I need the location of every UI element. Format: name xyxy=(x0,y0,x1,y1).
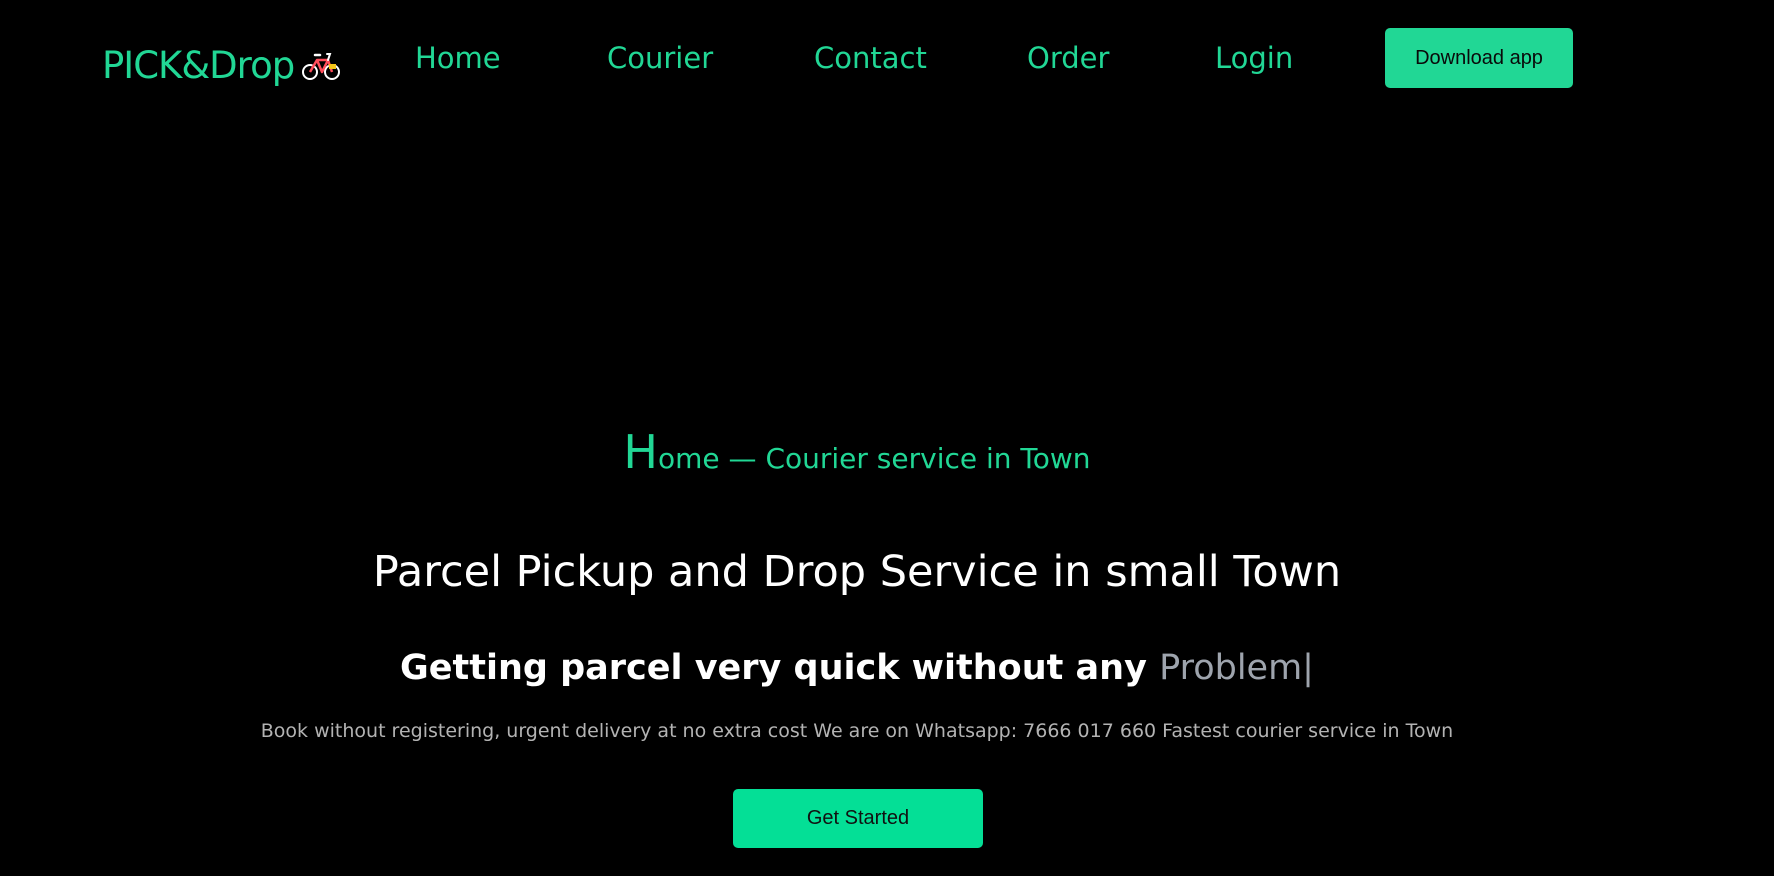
page: PICK&Drop Home Courier Contact Order Log… xyxy=(0,0,1774,876)
nav-login-link[interactable]: Login xyxy=(1215,38,1293,78)
eyebrow-text: ome — Courier service in Town xyxy=(658,442,1091,475)
nav-courier-link[interactable]: Courier xyxy=(607,38,713,78)
nav-home-link[interactable]: Home xyxy=(415,38,501,78)
brand-logo[interactable]: PICK&Drop xyxy=(102,40,341,90)
download-app-button[interactable]: Download app xyxy=(1385,28,1573,88)
nav-contact-link[interactable]: Contact xyxy=(814,38,927,78)
hero-section: Home — Courier service in Town Parcel Pi… xyxy=(0,0,1774,876)
hero-subheadline: Getting parcel very quick without any Pr… xyxy=(0,648,1714,688)
bicycle-icon xyxy=(302,48,341,82)
nav-order-link[interactable]: Order xyxy=(1027,38,1109,78)
hero-headline: Parcel Pickup and Drop Service in small … xyxy=(372,547,1342,597)
get-started-button[interactable]: Get Started xyxy=(733,789,983,848)
subheadline-prefix: Getting parcel very quick without any xyxy=(400,648,1160,688)
brand-name: PICK&Drop xyxy=(102,43,295,87)
hero-eyebrow: Home — Courier service in Town xyxy=(0,425,1714,479)
hero-description: Book without registering, urgent deliver… xyxy=(260,720,1454,742)
navbar: PICK&Drop Home Courier Contact Order Log… xyxy=(0,0,1774,116)
eyebrow-initial: H xyxy=(623,425,659,479)
typed-word: Problem| xyxy=(1159,648,1314,688)
